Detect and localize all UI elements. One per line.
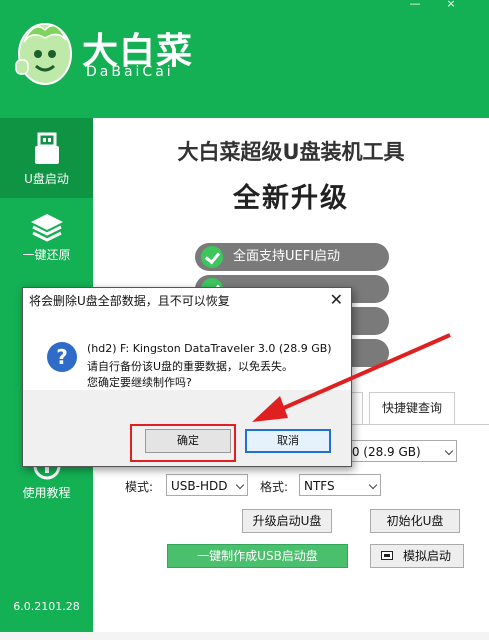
simulate-boot-button[interactable]: 模拟启动	[370, 544, 464, 568]
app-header: — × 大白菜 DaBaiCai	[0, 0, 489, 118]
page-subtitle: 全新升级	[233, 183, 349, 214]
device-select[interactable]: .0 (28.9 GB)	[343, 440, 457, 462]
minimize-button[interactable]: —	[404, 0, 426, 10]
init-usb-button[interactable]: 初始化U盘	[370, 509, 460, 533]
upgrade-boot-usb-button[interactable]: 升级启动U盘	[242, 509, 332, 533]
version-label: 6.0.2101.28	[13, 600, 80, 613]
question-icon: ?	[47, 342, 77, 372]
feature-badge: 全面支持UEFI启动	[195, 243, 389, 271]
sidebar-item-usb-boot[interactable]: U盘启动	[0, 118, 93, 198]
annotation-arrow-icon	[252, 333, 451, 422]
app-window: — × 大白菜 DaBaiCai U盘启动 一键还原 使用教程 6.0.2101…	[0, 0, 489, 632]
sidebar-item-label: U盘启动	[24, 172, 69, 186]
page-title: 大白菜超级U盘装机工具	[177, 140, 405, 164]
usb-drive-icon	[34, 132, 59, 164]
sidebar-item-restore[interactable]: 一键还原	[0, 204, 93, 274]
format-select[interactable]: NTFS	[299, 474, 381, 496]
close-window-button[interactable]: ×	[440, 0, 462, 10]
check-icon	[201, 246, 223, 268]
dialog-title: 将会删除U盘全部数据，且不可以恢复	[29, 294, 230, 308]
logo-subtext: DaBaiCai	[86, 64, 174, 80]
make-usb-boot-button[interactable]: 一键制作成USB启动盘	[167, 544, 348, 568]
sidebar-item-label: 一键还原	[22, 248, 71, 262]
sidebar-item-label: 使用教程	[22, 486, 71, 500]
mode-select[interactable]: USB-HDD	[166, 474, 248, 496]
cabbage-mascot-icon	[15, 23, 72, 85]
cancel-button[interactable]: 取消	[245, 429, 331, 453]
chevron-down-icon	[235, 480, 245, 490]
dialog-close-button[interactable]: ✕	[330, 290, 343, 309]
layers-icon	[30, 214, 63, 242]
highlight-box	[130, 424, 236, 462]
format-label: 格式:	[260, 480, 289, 494]
chevron-down-icon	[368, 480, 378, 490]
mode-label: 模式:	[125, 480, 154, 494]
monitor-icon	[381, 551, 393, 560]
dialog-confirm-line: 您确定要继续制作吗?	[87, 376, 192, 389]
chevron-down-icon	[444, 446, 454, 456]
